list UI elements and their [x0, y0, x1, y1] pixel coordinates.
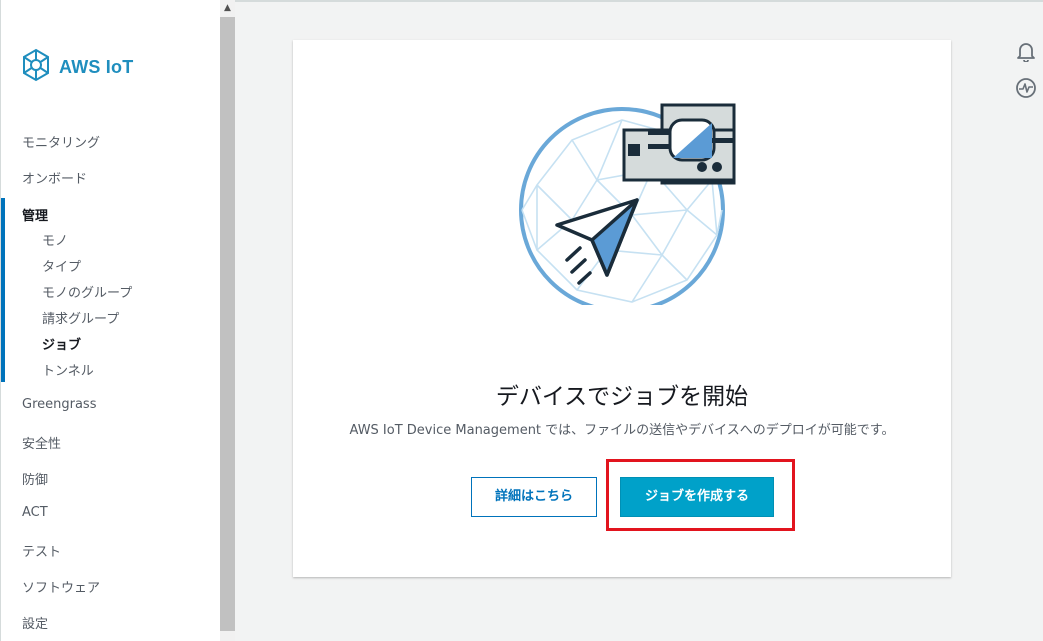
- page-title: デバイスでジョブを開始: [495, 384, 749, 410]
- sidebar-item-defend[interactable]: 防御: [22, 469, 48, 488]
- sidebar-subitem-jobs[interactable]: ジョブ: [42, 334, 81, 353]
- sidebar-item-monitoring[interactable]: モニタリング: [22, 132, 100, 151]
- sidebar: AWS IoT モニタリング オンボード 管理 モノ タイプ モノのグループ 請…: [0, 0, 220, 641]
- logo-text: AWS IoT: [59, 56, 134, 77]
- sidebar-subitem-tunnels[interactable]: トンネル: [42, 360, 94, 379]
- sidebar-item-secure[interactable]: 安全性: [22, 433, 61, 452]
- page-description: AWS IoT Device Management では、ファイルの送信やデバイ…: [349, 423, 895, 438]
- activity-icon[interactable]: [1015, 77, 1037, 99]
- highlight-box: [606, 459, 795, 531]
- active-section-indicator: [1, 198, 5, 382]
- sidebar-item-onboard[interactable]: オンボード: [22, 168, 87, 187]
- sidebar-item-manage[interactable]: 管理: [22, 205, 48, 224]
- aws-iot-logo-icon: [21, 48, 51, 86]
- chevron-up-icon[interactable]: ▲: [220, 0, 235, 17]
- sidebar-subitem-thing-groups[interactable]: モノのグループ: [42, 282, 132, 301]
- sidebar-item-settings[interactable]: 設定: [22, 613, 48, 632]
- sidebar-item-act[interactable]: ACT: [22, 505, 48, 520]
- jobs-illustration: [512, 100, 742, 313]
- top-border: [235, 0, 1043, 2]
- scrollbar-thumb[interactable]: [220, 17, 235, 631]
- bell-icon[interactable]: [1015, 40, 1037, 63]
- sidebar-item-software[interactable]: ソフトウェア: [22, 577, 100, 596]
- sidebar-subitem-types[interactable]: タイプ: [42, 256, 81, 275]
- sidebar-subitem-billing-groups[interactable]: 請求グループ: [42, 308, 119, 327]
- learn-more-button[interactable]: 詳細はこちら: [471, 477, 597, 517]
- sidebar-item-greengrass[interactable]: Greengrass: [22, 397, 96, 412]
- sidebar-subitem-things[interactable]: モノ: [42, 230, 68, 249]
- sidebar-item-test[interactable]: テスト: [22, 541, 61, 560]
- aws-iot-logo[interactable]: AWS IoT: [21, 48, 133, 86]
